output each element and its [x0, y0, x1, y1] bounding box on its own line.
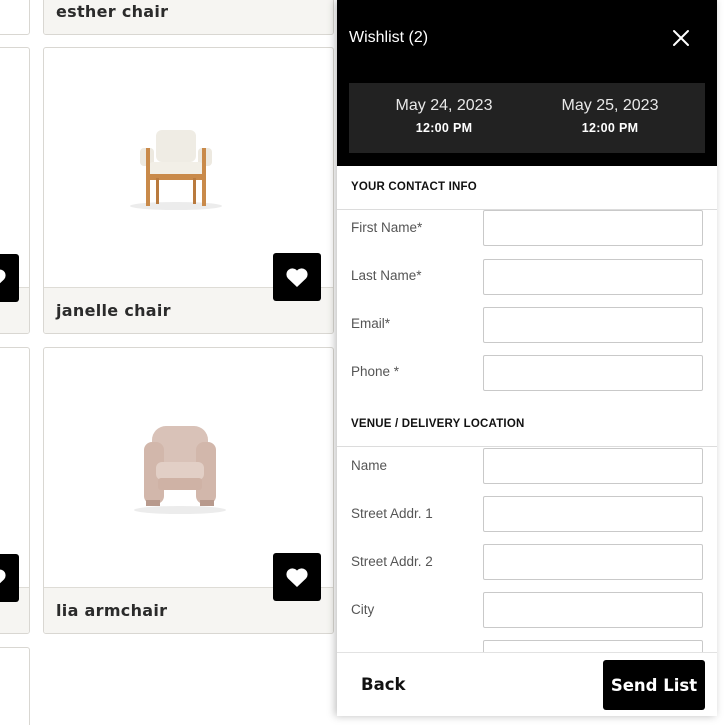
email-input[interactable]: [483, 307, 703, 343]
end-date: May 25, 2023: [561, 97, 659, 114]
wishlist-heart-button[interactable]: [0, 254, 19, 302]
section-header-contact: YOUR CONTACT INFO: [337, 166, 717, 210]
section-title: VENUE / DELIVERY LOCATION: [351, 418, 525, 430]
drawer-title: Wishlist (2): [349, 29, 429, 46]
product-card[interactable]: esther chair: [43, 0, 334, 35]
product-card-partial[interactable]: [0, 647, 30, 725]
product-label-bar: esther chair: [44, 0, 333, 34]
next-field-input[interactable]: [483, 640, 703, 652]
city-input[interactable]: [483, 592, 703, 628]
product-image[interactable]: [126, 122, 226, 214]
product-name[interactable]: esther chair: [56, 2, 168, 21]
send-list-button[interactable]: Send List: [603, 660, 705, 710]
start-time: 12:00 PM: [415, 121, 473, 135]
page: esther chair janelle chair lia armchair …: [0, 0, 725, 725]
heart-icon: [286, 568, 308, 587]
first-name-input[interactable]: [483, 210, 703, 246]
product-card[interactable]: janelle chair: [43, 47, 334, 334]
date-range-panel: May 24, 2023 12:00 PM May 25, 2023 12:00…: [349, 83, 705, 153]
wishlist-heart-button[interactable]: [0, 554, 19, 602]
first-name-label: First Name*: [351, 220, 423, 235]
street-addr-2-input[interactable]: [483, 544, 703, 580]
wishlist-heart-button[interactable]: [273, 253, 321, 301]
end-datetime: May 25, 2023 12:00 PM: [535, 97, 685, 135]
product-name[interactable]: lia armchair: [56, 601, 167, 620]
start-date: May 24, 2023: [395, 97, 493, 114]
product-image[interactable]: [128, 420, 232, 516]
drawer-footer: Back Send List: [337, 652, 717, 716]
venue-name-input[interactable]: [483, 448, 703, 484]
end-time: 12:00 PM: [581, 121, 639, 135]
back-button[interactable]: Back: [361, 675, 405, 694]
close-button[interactable]: [670, 27, 692, 49]
city-label: City: [351, 602, 375, 617]
start-datetime: May 24, 2023 12:00 PM: [369, 97, 519, 135]
heart-icon: [0, 569, 6, 584]
product-card-partial[interactable]: [0, 47, 30, 334]
wishlist-drawer: Wishlist (2) May 24, 2023 12:00 PM May 2…: [337, 0, 717, 716]
heart-icon: [286, 268, 308, 287]
section-header-venue: VENUE / DELIVERY LOCATION: [337, 403, 717, 447]
product-card[interactable]: lia armchair: [43, 347, 334, 634]
wishlist-form: YOUR CONTACT INFO First Name* Last Name*…: [337, 166, 717, 652]
last-name-label: Last Name*: [351, 268, 422, 283]
street-addr-2-label: Street Addr. 2: [351, 554, 433, 569]
venue-name-label: Name: [351, 458, 388, 473]
heart-icon: [0, 269, 6, 284]
last-name-input[interactable]: [483, 259, 703, 295]
close-icon[interactable]: [670, 27, 692, 49]
street-addr-1-label: Street Addr. 1: [351, 506, 433, 521]
phone-label: Phone *: [351, 364, 400, 379]
product-card-partial[interactable]: [0, 347, 30, 634]
product-card-partial[interactable]: [0, 0, 30, 35]
product-name[interactable]: janelle chair: [56, 301, 171, 320]
wishlist-heart-button[interactable]: [273, 553, 321, 601]
drawer-header: Wishlist (2) May 24, 2023 12:00 PM May 2…: [337, 0, 717, 166]
email-label: Email*: [351, 316, 391, 331]
section-title: YOUR CONTACT INFO: [351, 181, 477, 193]
street-addr-1-input[interactable]: [483, 496, 703, 532]
phone-input[interactable]: [483, 355, 703, 391]
